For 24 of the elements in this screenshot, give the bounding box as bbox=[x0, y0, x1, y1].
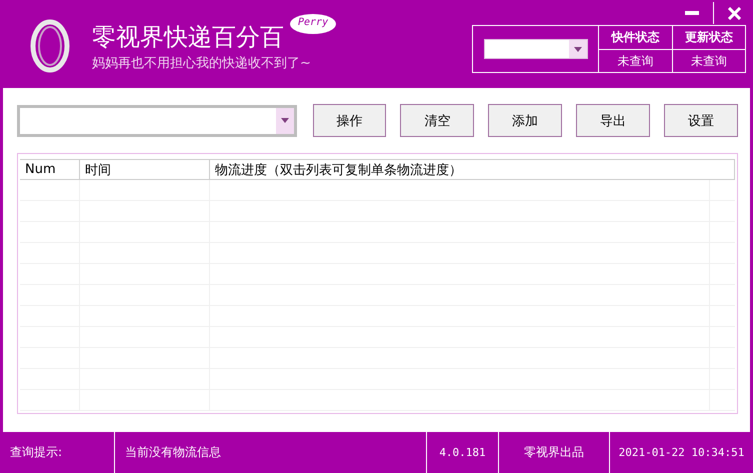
toolbar-button[interactable]: 导出 bbox=[576, 104, 650, 137]
toolbar-button[interactable]: 添加 bbox=[488, 104, 562, 137]
datetime-text: 2021-01-22 10:34:51 bbox=[618, 445, 746, 461]
column-header[interactable]: 时间 bbox=[80, 160, 210, 179]
status-message: 当前没有物流信息 bbox=[115, 432, 427, 473]
dropdown-arrow-icon bbox=[574, 46, 582, 52]
toolbar-button[interactable]: 设置 bbox=[664, 104, 738, 137]
status-header: 更新状态 bbox=[672, 26, 745, 50]
version-text: 4.0.181 bbox=[427, 432, 499, 473]
column-header[interactable]: 物流进度（双击列表可复制单条物流进度） bbox=[210, 160, 735, 179]
status-value: 未查询 bbox=[690, 52, 728, 70]
status-value: 未查询 bbox=[616, 52, 654, 70]
tracking-number-dropdown[interactable] bbox=[17, 104, 297, 136]
status-header: 快件状态 bbox=[599, 26, 672, 50]
speech-bubble-badge: Perry bbox=[290, 14, 336, 34]
toolbar-button[interactable]: 操作 bbox=[312, 104, 386, 137]
status-label: 查询提示: bbox=[0, 432, 115, 473]
dropdown-arrow-icon bbox=[280, 118, 289, 123]
app-title: 零视界快递百分百 bbox=[92, 22, 284, 53]
column-header[interactable]: Num bbox=[20, 160, 80, 179]
app-slogan: 妈妈再也不用担心我的快递收不到了~ bbox=[92, 55, 312, 72]
credit-text: 零视界出品 bbox=[499, 432, 610, 473]
ring-logo-icon bbox=[28, 18, 72, 74]
toolbar-button[interactable]: 清空 bbox=[400, 104, 474, 137]
